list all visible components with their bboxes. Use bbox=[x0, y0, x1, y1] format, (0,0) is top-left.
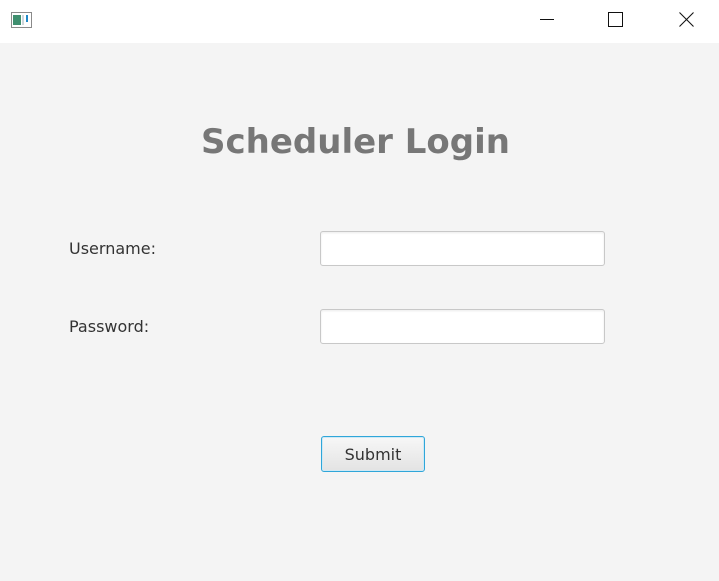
username-field[interactable] bbox=[320, 231, 605, 266]
close-button[interactable] bbox=[663, 0, 709, 43]
submit-button[interactable]: Submit bbox=[321, 436, 425, 472]
maximize-button[interactable] bbox=[592, 0, 638, 43]
window-titlebar bbox=[0, 0, 719, 43]
username-label: Username: bbox=[69, 239, 156, 258]
close-icon bbox=[678, 11, 694, 32]
minimize-icon bbox=[540, 12, 554, 31]
password-field[interactable] bbox=[320, 309, 605, 344]
minimize-button[interactable] bbox=[524, 0, 570, 43]
password-label: Password: bbox=[69, 317, 150, 336]
app-window-icon bbox=[11, 12, 32, 28]
page-title: Scheduler Login bbox=[201, 122, 510, 162]
maximize-icon bbox=[607, 11, 623, 32]
login-panel: Scheduler Login Username: Password: Subm… bbox=[0, 43, 719, 581]
